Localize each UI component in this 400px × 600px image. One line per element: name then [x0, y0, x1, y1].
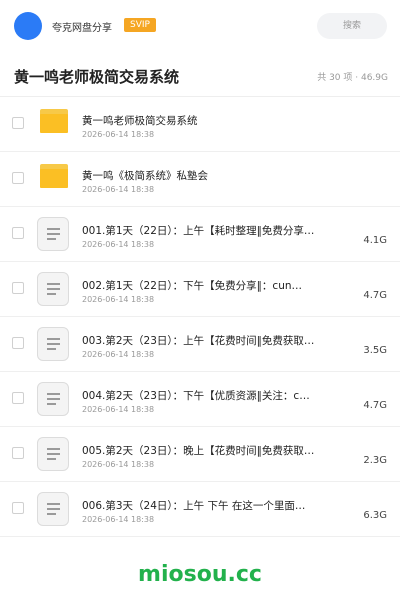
- item-name: 004.第2天（23日）：下午【优质资源‖关注：c…: [82, 390, 310, 402]
- item-size: 4.7G: [363, 400, 387, 411]
- item-date: 2026-06-14 18:38: [82, 350, 155, 359]
- item-checkbox[interactable]: [12, 502, 24, 514]
- folder-icon: [40, 109, 68, 133]
- item-checkbox[interactable]: [12, 227, 24, 239]
- page-title: 黄一鸣老师极简交易系统: [14, 68, 180, 86]
- item-name: 黄一鸣老师极简交易系统: [82, 115, 198, 127]
- list-item[interactable]: 005.第2天（23日）：晚上【花费时间‖免费获取… 2026-06-14 18…: [0, 427, 400, 482]
- item-checkbox[interactable]: [12, 447, 24, 459]
- list-item[interactable]: 002.第1天（22日）：下午【免费分享‖：cun… 2026-06-14 18…: [0, 262, 400, 317]
- folder-icon: [40, 164, 68, 188]
- document-icon: [37, 492, 69, 526]
- svip-badge: SVIP: [124, 18, 156, 32]
- watermark-text: miosou.cc: [138, 562, 262, 587]
- document-icon: [37, 217, 69, 251]
- list-item[interactable]: 黄一鸣《极简系统》私塾会 2026-06-14 18:38: [0, 152, 400, 207]
- file-list: 黄一鸣老师极简交易系统 2026-06-14 18:38 黄一鸣《极简系统》私塾…: [0, 97, 400, 537]
- item-name: 003.第2天（23日）：上午【花费时间‖免费获取…: [82, 335, 315, 347]
- item-checkbox[interactable]: [12, 282, 24, 294]
- item-name: 005.第2天（23日）：晚上【花费时间‖免费获取…: [82, 445, 315, 457]
- item-size: 3.5G: [363, 345, 387, 356]
- list-item[interactable]: 006.第3天（24日）：上午 下午 在这一个里面… 2026-06-14 18…: [0, 482, 400, 537]
- item-checkbox[interactable]: [12, 392, 24, 404]
- list-item[interactable]: 001.第1天（22日）：上午【耗时整理‖免费分享… 2026-06-14 18…: [0, 207, 400, 262]
- user-name: 夸克网盘分享: [52, 23, 112, 34]
- list-item[interactable]: 黄一鸣老师极简交易系统 2026-06-14 18:38: [0, 97, 400, 152]
- document-icon: [37, 437, 69, 471]
- item-size: 2.3G: [363, 455, 387, 466]
- item-name: 黄一鸣《极简系统》私塾会: [82, 170, 208, 182]
- document-icon: [37, 382, 69, 416]
- item-size: 4.1G: [363, 235, 387, 246]
- user-avatar[interactable]: [14, 12, 42, 40]
- list-item[interactable]: 004.第2天（23日）：下午【优质资源‖关注：c… 2026-06-14 18…: [0, 372, 400, 427]
- item-date: 2026-06-14 18:38: [82, 240, 155, 249]
- item-checkbox[interactable]: [12, 172, 24, 184]
- item-date: 2026-06-14 18:38: [82, 130, 155, 139]
- item-checkbox[interactable]: [12, 337, 24, 349]
- document-icon: [37, 272, 69, 306]
- folder-summary: 共 30 项 · 46.9G: [317, 73, 388, 83]
- item-date: 2026-06-14 18:38: [82, 295, 155, 304]
- item-size: 6.3G: [363, 510, 387, 521]
- list-item[interactable]: 003.第2天（23日）：上午【花费时间‖免费获取… 2026-06-14 18…: [0, 317, 400, 372]
- search-button[interactable]: 搜索: [317, 13, 387, 39]
- item-size: 4.7G: [363, 290, 387, 301]
- document-icon: [37, 327, 69, 361]
- item-name: 002.第1天（22日）：下午【免费分享‖：cun…: [82, 280, 303, 292]
- folder-header: 黄一鸣老师极简交易系统 共 30 项 · 46.9G: [0, 60, 400, 97]
- item-date: 2026-06-14 18:38: [82, 405, 155, 414]
- top-bar: 夸克网盘分享 SVIP 搜索: [0, 0, 400, 52]
- item-date: 2026-06-14 18:38: [82, 515, 155, 524]
- item-date: 2026-06-14 18:38: [82, 185, 155, 194]
- item-name: 001.第1天（22日）：上午【耗时整理‖免费分享…: [82, 225, 315, 237]
- item-checkbox[interactable]: [12, 117, 24, 129]
- item-name: 006.第3天（24日）：上午 下午 在这一个里面…: [82, 500, 306, 512]
- item-date: 2026-06-14 18:38: [82, 460, 155, 469]
